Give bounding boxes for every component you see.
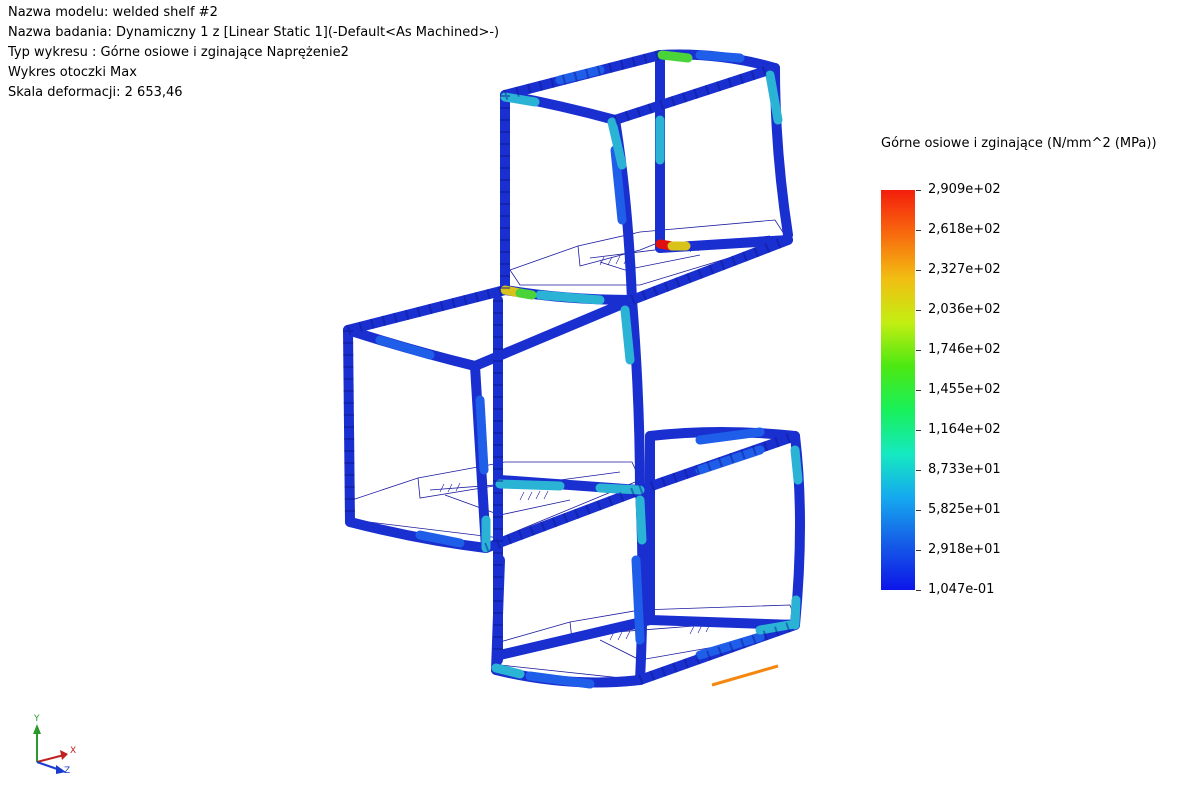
legend-tick-mark xyxy=(916,470,921,471)
legend-tick-mark xyxy=(916,310,921,311)
legend-tick-mark xyxy=(916,190,921,191)
beam-frame xyxy=(343,49,805,688)
legend-tick-mark xyxy=(916,430,921,431)
legend-tick-label: 2,327e+02 xyxy=(928,262,1001,277)
legend-tick-label: 2,909e+02 xyxy=(928,182,1001,197)
legend-tick-label: 1,746e+02 xyxy=(928,342,1001,357)
triad-y-label: Y xyxy=(34,714,40,724)
legend-tick-label: 2,918e+01 xyxy=(928,542,1001,557)
legend-tick-label: 2,618e+02 xyxy=(928,222,1001,237)
mesh-segments xyxy=(343,50,797,685)
legend-tick-label: 1,455e+02 xyxy=(928,382,1001,397)
legend-tick-mark xyxy=(916,350,921,351)
legend-tick-label: 2,036e+02 xyxy=(928,302,1001,317)
legend-tick-mark xyxy=(916,230,921,231)
axis-triad[interactable] xyxy=(22,710,92,780)
triad-z-label: Z xyxy=(64,766,71,776)
legend-tick-mark xyxy=(916,390,921,391)
legend-tick-mark xyxy=(916,590,921,591)
legend-tick-label: 1,164e+02 xyxy=(928,422,1001,437)
legend-tick-mark xyxy=(916,270,921,271)
model-viewport[interactable] xyxy=(0,0,1203,807)
legend-title: Górne osiowe i zginające (N/mm^2 (MPa)) xyxy=(881,136,1157,151)
legend-tick-label: 8,733e+01 xyxy=(928,462,1001,477)
x-axis-line xyxy=(36,754,65,763)
legend-tick-label: 1,047e-01 xyxy=(928,582,995,597)
legend-colorbar xyxy=(881,190,915,590)
y-axis-arrow xyxy=(33,724,41,734)
deformation-scale-bar xyxy=(711,664,779,687)
stress-highlights xyxy=(375,50,803,689)
shelf-wireframe xyxy=(351,219,799,681)
legend-tick-mark xyxy=(916,510,921,511)
legend-tick-label: 5,825e+01 xyxy=(928,502,1001,517)
triad-x-label: X xyxy=(70,746,77,756)
legend-tick-mark xyxy=(916,550,921,551)
x-axis-arrow xyxy=(60,750,68,760)
